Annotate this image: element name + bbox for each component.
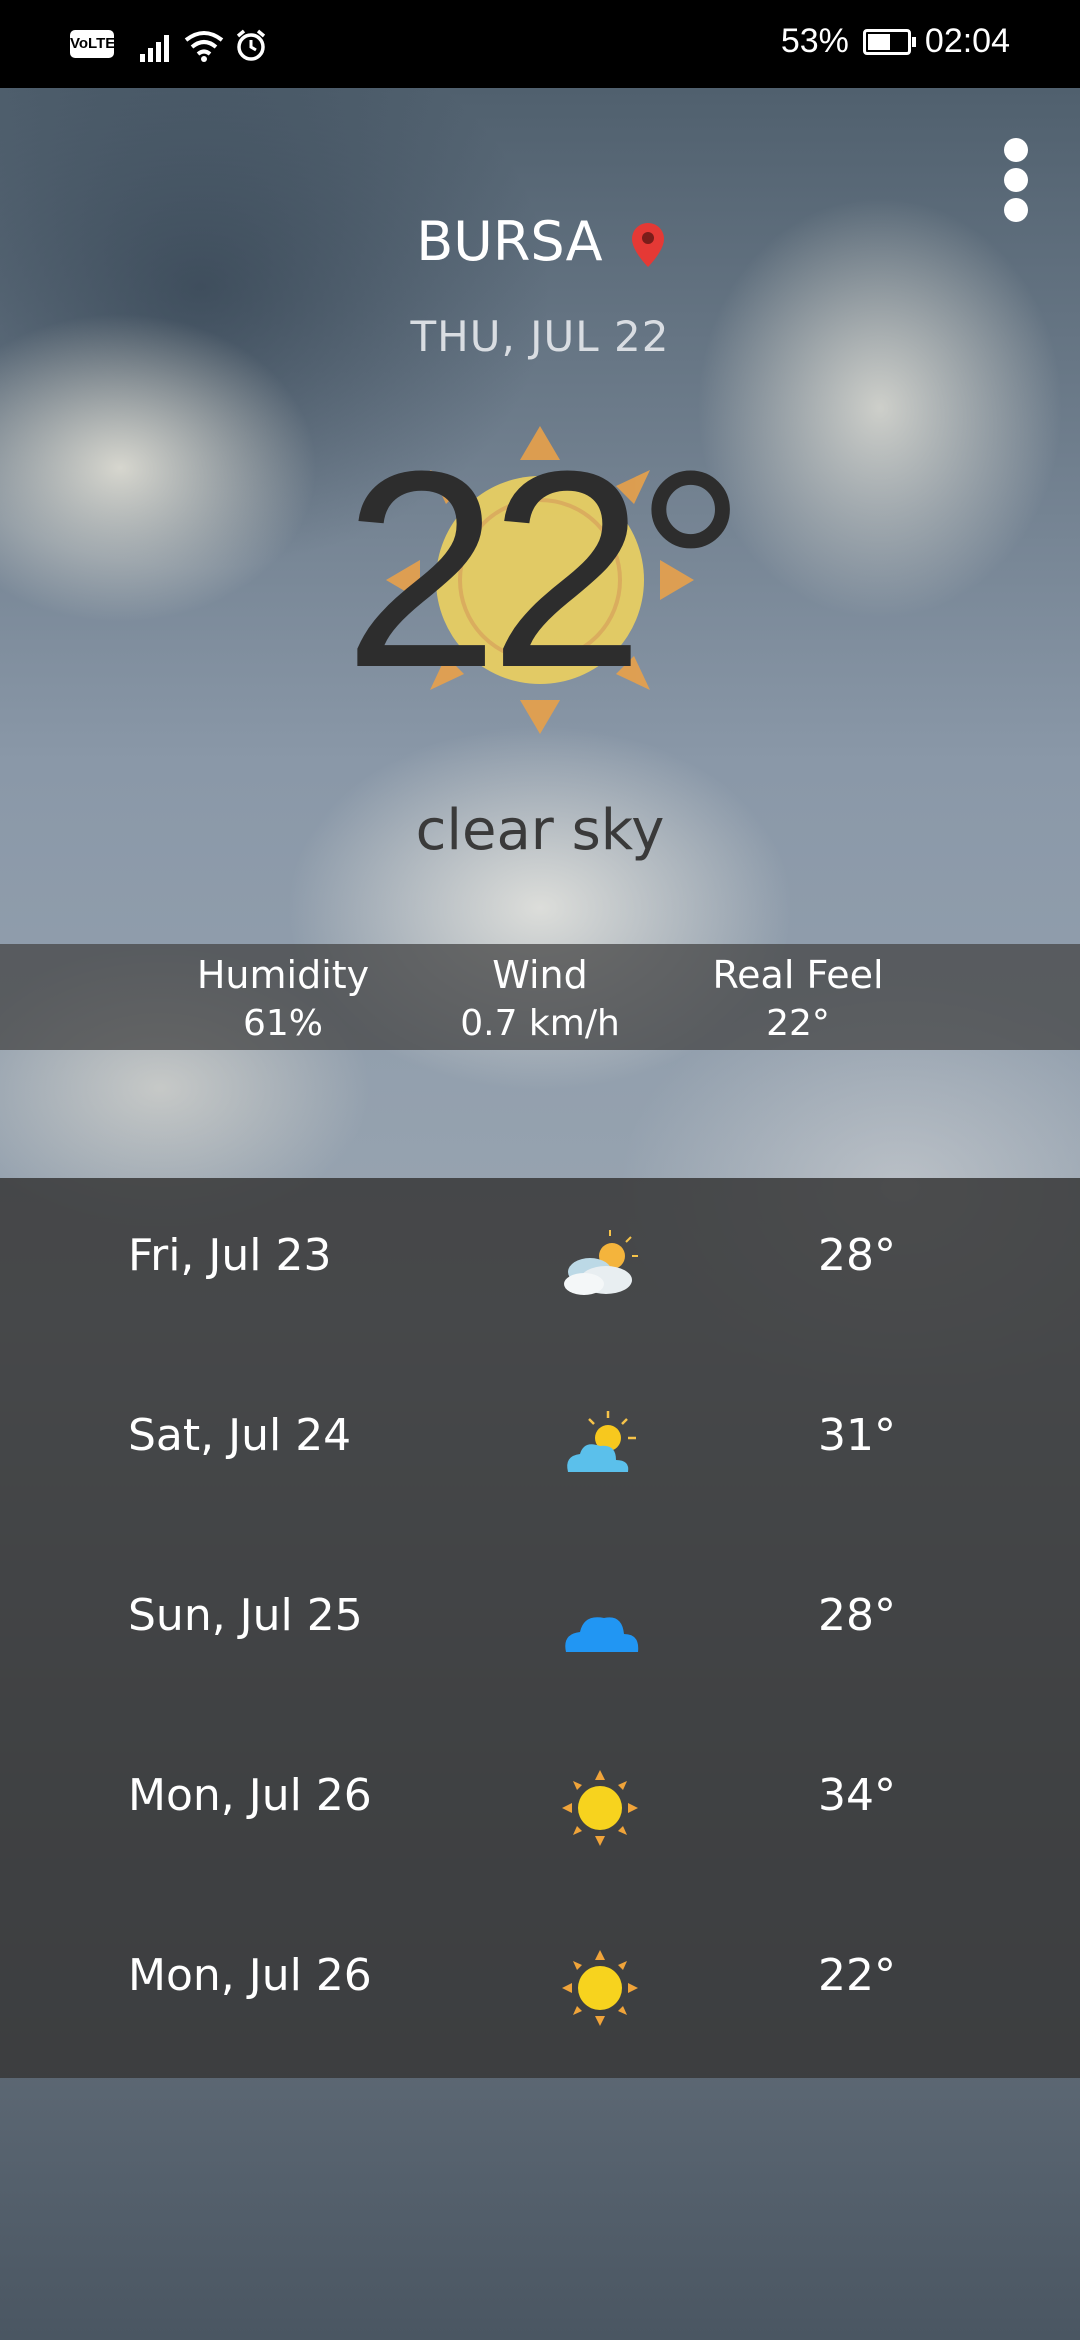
sun-icon: [562, 1950, 638, 2026]
forecast-temp: 28°: [818, 1230, 896, 1281]
volte-badge: VoLTE: [70, 30, 115, 58]
wind-stat: Wind 0.7 km/h: [390, 950, 690, 1048]
city-header[interactable]: BURSA: [0, 210, 1080, 273]
forecast-day: Sun, Jul 25: [128, 1590, 363, 1641]
alarm-icon: [236, 29, 266, 61]
current-date: THU, JUL 22: [410, 312, 670, 361]
partly-cloudy-icon: [564, 1230, 638, 1295]
stats-band: Humidity 61% Wind 0.7 km/h Real Feel 22°: [0, 944, 1080, 1050]
signal-icon: [140, 35, 169, 62]
forecast-day: Mon, Jul 26: [128, 1770, 372, 1821]
current-temperature: 22°: [343, 414, 746, 726]
status-icons: [140, 28, 268, 62]
humidity-stat: Humidity 61%: [133, 950, 433, 1048]
humidity-value: 61%: [242, 1003, 323, 1044]
humidity-label: Humidity: [196, 953, 370, 997]
cloud-icon: [565, 1617, 639, 1652]
realfeel-stat: Real Feel 22°: [648, 950, 948, 1048]
realfeel-label: Real Feel: [712, 953, 884, 997]
status-bar: VoLTE 53% 02:04: [0, 0, 1080, 88]
sun-cloud-icon: [567, 1411, 636, 1472]
forecast-row[interactable]: Sat, Jul 24 31°: [0, 1358, 1080, 1538]
status-right: 53% 02:04: [781, 22, 1010, 61]
forecast-row[interactable]: Mon, Jul 26 22°: [0, 1898, 1080, 2078]
forecast-temp: 34°: [818, 1770, 896, 1821]
wind-value: 0.7 km/h: [460, 1003, 620, 1044]
weather-description: clear sky: [415, 798, 665, 863]
forecast-day: Mon, Jul 26: [128, 1950, 372, 2001]
location-pin-icon[interactable]: [631, 223, 664, 268]
forecast-day: Sat, Jul 24: [128, 1410, 352, 1461]
clock: 02:04: [924, 22, 1010, 60]
battery-icon: [862, 28, 916, 55]
wifi-icon: [184, 31, 224, 62]
forecast-row[interactable]: Fri, Jul 23 28°: [0, 1178, 1080, 1358]
battery-percent: 53%: [780, 22, 849, 60]
realfeel-value: 22°: [766, 1003, 830, 1044]
forecast-temp: 31°: [818, 1410, 896, 1461]
forecast-temp: 22°: [818, 1950, 896, 2001]
forecast-row[interactable]: Mon, Jul 26 34°: [0, 1718, 1080, 1898]
forecast-list: Fri, Jul 23 28° Sat, Jul 24 31° Sun, Jul…: [0, 1178, 1080, 2078]
forecast-row[interactable]: Sun, Jul 25 28°: [0, 1538, 1080, 1718]
sun-icon: [562, 1770, 638, 1846]
forecast-day: Fri, Jul 23: [128, 1230, 332, 1281]
forecast-temp: 28°: [818, 1590, 896, 1641]
city-name: BURSA: [416, 210, 603, 273]
wind-label: Wind: [492, 953, 588, 997]
